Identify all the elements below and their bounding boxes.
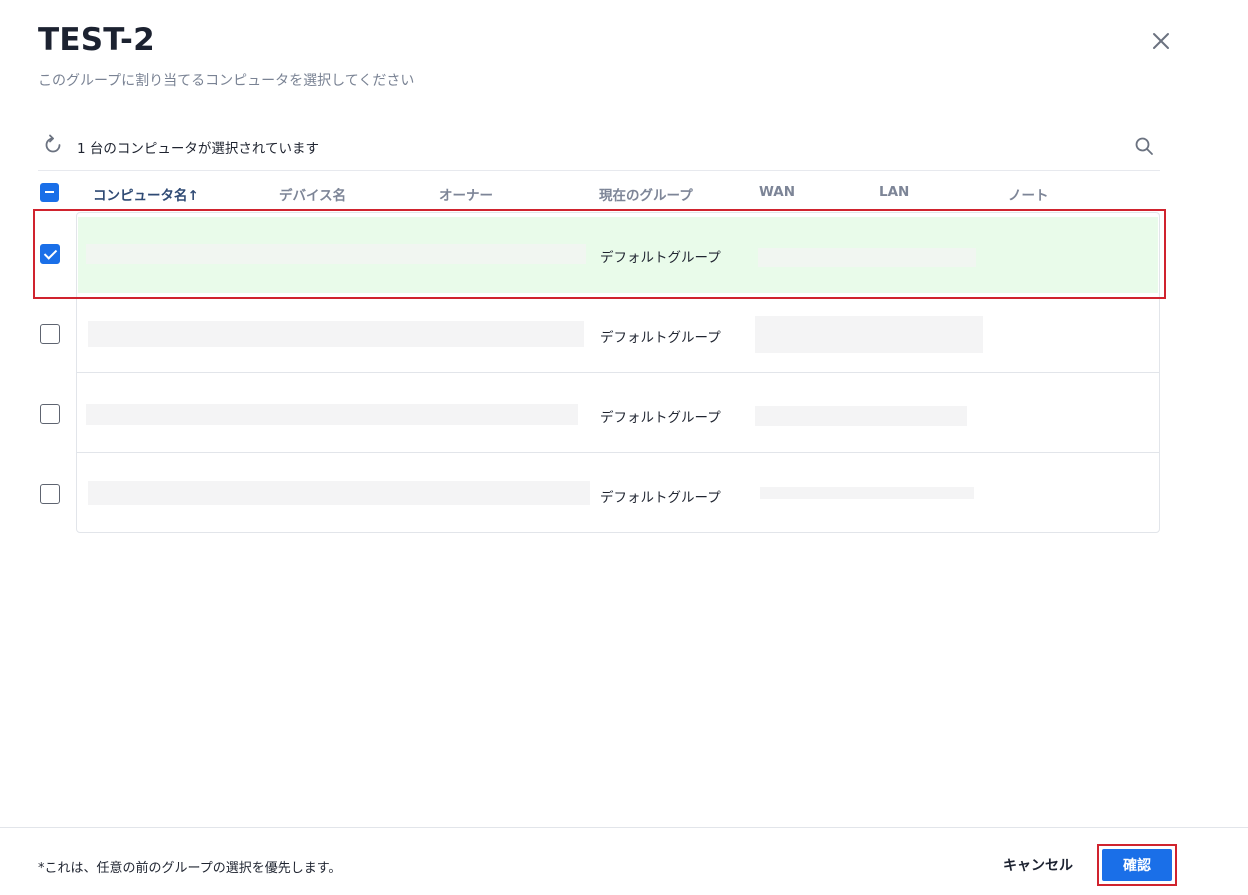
column-device-name[interactable]: デバイス名	[279, 184, 346, 204]
column-note[interactable]: ノート	[1008, 184, 1049, 204]
redacted-cell	[88, 321, 584, 347]
redacted-cell	[755, 316, 983, 353]
redacted-cell	[758, 248, 976, 267]
column-lan[interactable]: LAN	[879, 184, 909, 200]
column-computer-name[interactable]: コンピュータ名↑	[93, 184, 199, 204]
dialog-title: TEST-2	[38, 22, 155, 58]
current-group-cell: デフォルトグループ	[600, 490, 721, 506]
redacted-cell	[86, 404, 578, 425]
current-group-cell: デフォルトグループ	[600, 330, 721, 346]
cancel-button[interactable]: キャンセル	[996, 849, 1080, 881]
confirm-button[interactable]: 確認	[1102, 849, 1172, 881]
table-row[interactable]: デフォルトグループ	[0, 293, 1248, 373]
redacted-cell	[755, 406, 967, 426]
search-icon[interactable]	[1133, 135, 1155, 157]
redacted-cell	[760, 487, 974, 499]
selection-status: 1 台のコンピュータが選択されています	[77, 141, 319, 157]
row-checkbox[interactable]	[40, 404, 60, 424]
dialog-subtitle: このグループに割り当てるコンピュータを選択してください	[38, 73, 415, 89]
row-checkbox[interactable]	[40, 324, 60, 344]
column-wan[interactable]: WAN	[759, 184, 795, 200]
select-all-checkbox[interactable]	[40, 183, 59, 202]
footer-note: *これは、任意の前のグループの選択を優先します。	[38, 861, 342, 876]
footer-divider	[0, 827, 1248, 828]
assign-computers-dialog: TEST-2 このグループに割り当てるコンピュータを選択してください 1 台のコ…	[0, 0, 1248, 895]
row-checkbox[interactable]	[40, 244, 60, 264]
confirm-button-highlight: 確認	[1097, 844, 1177, 886]
row-checkbox[interactable]	[40, 484, 60, 504]
table-header: コンピュータ名↑ デバイス名 オーナー 現在のグループ WAN LAN ノート	[38, 170, 1160, 212]
redacted-cell	[86, 244, 586, 264]
table-row[interactable]: デフォルトグループ	[0, 453, 1248, 533]
current-group-cell: デフォルトグループ	[600, 250, 721, 266]
refresh-icon[interactable]	[42, 134, 64, 156]
redacted-cell	[88, 481, 590, 505]
current-group-cell: デフォルトグループ	[600, 410, 721, 426]
column-current-group[interactable]: 現在のグループ	[599, 184, 693, 204]
table-row[interactable]: デフォルトグループ	[0, 213, 1248, 293]
column-owner[interactable]: オーナー	[439, 184, 493, 204]
table-row[interactable]: デフォルトグループ	[0, 373, 1248, 453]
close-icon[interactable]	[1148, 28, 1174, 54]
